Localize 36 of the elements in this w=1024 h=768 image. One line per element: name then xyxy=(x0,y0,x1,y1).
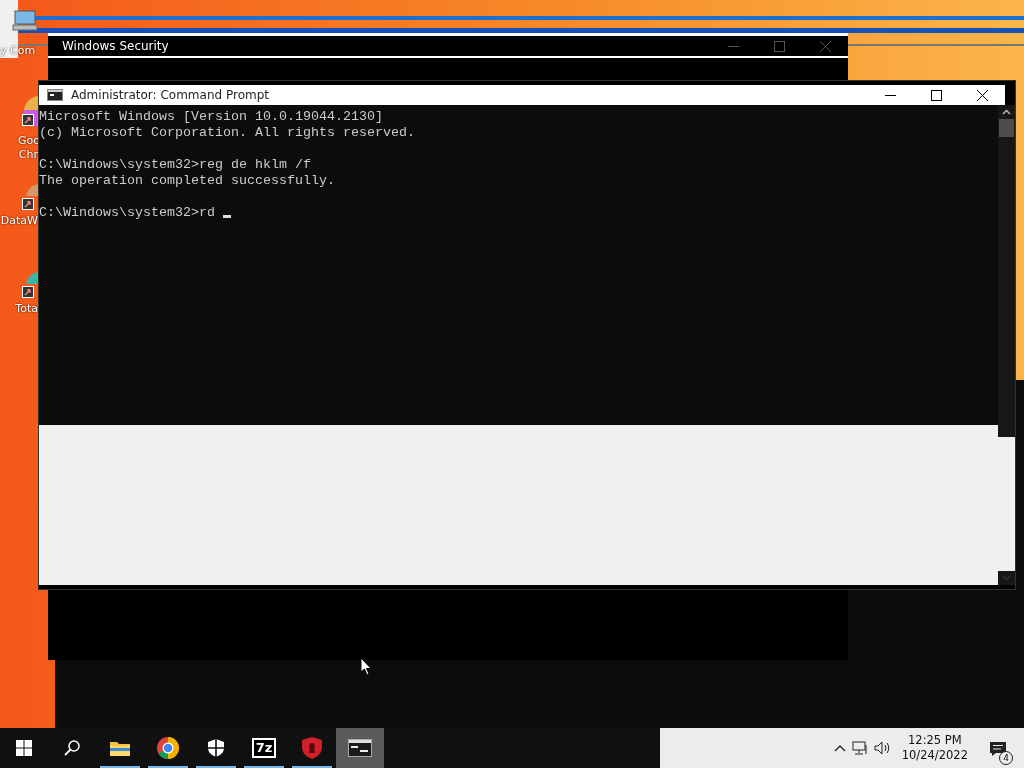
chevron-up-icon[interactable] xyxy=(833,744,846,752)
scrollbar[interactable] xyxy=(998,105,1015,585)
scroll-thumb[interactable] xyxy=(999,119,1014,137)
console-line: The operation completed successfully. xyxy=(39,173,335,188)
close-icon xyxy=(819,40,831,52)
window-title: Windows Security xyxy=(62,38,169,55)
shield-icon xyxy=(301,736,323,760)
network-icon[interactable] xyxy=(851,741,868,755)
chrome-icon xyxy=(156,736,180,760)
shield-icon xyxy=(207,738,225,758)
console-line: C:\Windows\system32>reg de hklm /f xyxy=(39,157,311,172)
minimize-icon xyxy=(884,94,896,96)
clock-button[interactable]: 12:25 PM 10/24/2022 xyxy=(897,733,972,763)
window-title: Administrator: Command Prompt xyxy=(71,87,269,104)
console-line: Microsoft Windows [Version 10.0.19044.2130] xyxy=(39,109,383,124)
app-icon: 7z xyxy=(251,738,277,758)
taskbar-button[interactable] xyxy=(336,728,384,768)
clock-date: 10/24/2022 xyxy=(901,748,968,763)
windows-icon xyxy=(16,740,32,756)
folder-icon xyxy=(109,739,131,757)
minimize-icon xyxy=(727,45,739,47)
maximize-icon xyxy=(930,89,942,101)
close-icon xyxy=(976,89,988,101)
console-line: C:\Windows\system32>rd xyxy=(39,205,215,220)
console-line: (c) Microsoft Corporation. All rights reserved. xyxy=(39,125,415,140)
scroll-up-icon[interactable] xyxy=(1002,109,1011,115)
maximize-icon xyxy=(773,40,785,52)
search-icon xyxy=(64,740,80,756)
notifications-button[interactable]: 4 xyxy=(978,728,1018,768)
clock-time: 12:25 PM xyxy=(907,733,963,748)
notification-count: 4 xyxy=(999,751,1013,765)
console-icon xyxy=(47,89,63,101)
console-icon xyxy=(348,739,372,757)
taskbar-button[interactable]: 7z xyxy=(240,728,288,768)
speaker-icon[interactable] xyxy=(873,741,892,755)
computer-icon[interactable] xyxy=(12,10,38,32)
